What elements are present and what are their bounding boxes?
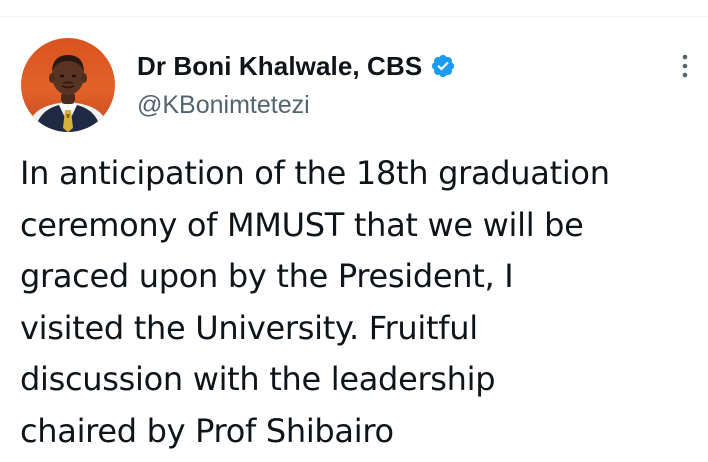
tweet-text-line: In anticipation of the 18th graduation (20, 154, 610, 192)
top-divider (0, 16, 708, 17)
avatar[interactable] (21, 38, 115, 132)
display-name[interactable]: Dr Boni Khalwale, CBS (137, 51, 422, 82)
author-handle[interactable]: @KBonimtetezi (137, 91, 310, 120)
tweet-text-line: discussion with the leadership (20, 360, 496, 398)
tweet-text-line: ceremony of MMUST that we will be (20, 205, 584, 244)
tweet-text-line: visited the University. Fruitful (20, 308, 478, 347)
more-options-button[interactable] (672, 50, 698, 82)
tweet-text-line: graced upon by the President, I (20, 257, 514, 295)
verified-badge-icon (430, 53, 456, 79)
tweet-text: In anticipation of the 18th graduation c… (20, 148, 700, 457)
more-options-icon (682, 54, 688, 78)
author-name-row[interactable]: Dr Boni Khalwale, CBS (137, 50, 456, 82)
avatar-photo (21, 38, 115, 132)
tweet-text-line: chaired by Prof Shibairo (20, 411, 394, 450)
